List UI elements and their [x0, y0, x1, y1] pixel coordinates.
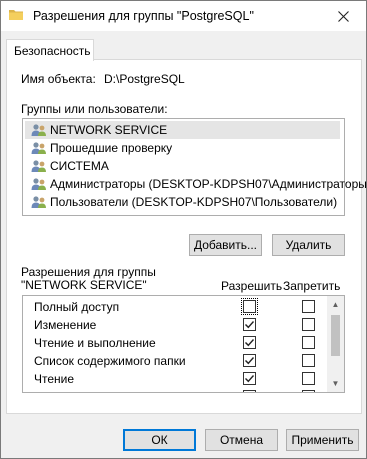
list-item-label: Администраторы (DESKTOP-KDPSH07\Админист… [50, 177, 367, 191]
deny-checkbox[interactable] [302, 354, 315, 367]
list-item-label: Прошедшие проверку [50, 141, 173, 155]
checkmark-icon [245, 375, 255, 383]
permissions-dialog: Разрешения для группы "PostgreSQL" Безоп… [0, 0, 367, 459]
permissions-scrollbar[interactable]: ▲ ▼ [327, 296, 344, 392]
users-icon [31, 124, 46, 136]
object-name-label: Имя объекта: [21, 72, 96, 86]
groups-label: Группы или пользователи: [21, 102, 168, 116]
list-item-label: NETWORK SERVICE [50, 123, 168, 137]
users-icon [31, 196, 46, 208]
close-icon [337, 10, 349, 22]
list-item-label: Пользователи (DESKTOP-KDPSH07\Пользовате… [50, 195, 338, 209]
deny-checkbox[interactable] [302, 318, 315, 331]
security-panel: Имя объекта: D:\PostgreSQL Группы или по… [6, 59, 367, 414]
list-item-label: СИСТЕМА [50, 159, 109, 173]
ok-button[interactable]: ОК [123, 429, 196, 451]
window-title: Разрешения для группы "PostgreSQL" [33, 9, 254, 23]
object-name-value: D:\PostgreSQL [104, 72, 185, 86]
permission-row: Чтение и выполнение [25, 334, 325, 352]
permission-label: Список содержимого папки [34, 354, 186, 368]
users-icon [31, 178, 46, 190]
folder-icon [9, 10, 23, 20]
list-item[interactable]: NETWORK SERVICE [25, 121, 340, 139]
checkmark-icon [245, 357, 255, 365]
permission-row: Чтение [25, 370, 325, 388]
list-item[interactable]: Прошедшие проверку [25, 139, 172, 157]
title-bar: Разрешения для группы "PostgreSQL" [1, 1, 366, 31]
users-icon [31, 160, 46, 172]
checkmark-icon [245, 321, 255, 329]
permission-row: Полный доступ [25, 298, 325, 316]
permission-label: Чтение [34, 372, 75, 386]
deny-checkbox[interactable] [302, 300, 315, 313]
list-item[interactable]: СИСТЕМА [25, 157, 109, 175]
allow-checkbox[interactable] [243, 336, 256, 349]
allow-checkbox[interactable] [243, 354, 256, 367]
users-icon [31, 142, 46, 154]
scroll-down-icon[interactable]: ▼ [327, 375, 344, 392]
allow-checkbox[interactable] [241, 298, 258, 315]
apply-button[interactable]: Применить [286, 429, 359, 451]
permissions-listbox[interactable]: Полный доступ Изменение Чтение и выполне… [22, 295, 345, 393]
allow-checkbox[interactable] [243, 372, 256, 385]
deny-checkbox[interactable] [302, 336, 315, 349]
cancel-button[interactable]: Отмена [205, 429, 278, 451]
allow-checkbox[interactable] [243, 390, 256, 392]
deny-column-header: Запретить [283, 279, 341, 293]
scrollbar-thumb[interactable] [331, 315, 340, 356]
list-item[interactable]: Пользователи (DESKTOP-KDPSH07\Пользовате… [25, 193, 337, 211]
permission-row: Изменение [25, 316, 325, 334]
checkmark-icon [245, 339, 255, 347]
allow-column-header: Разрешить [221, 279, 283, 293]
permission-label: Полный доступ [34, 300, 120, 314]
permission-row [25, 388, 325, 392]
add-button[interactable]: Добавить... [189, 234, 262, 256]
allow-checkbox[interactable] [243, 318, 256, 331]
remove-button[interactable]: Удалить [272, 234, 345, 256]
permission-row: Список содержимого папки [25, 352, 325, 370]
tab-label: Безопасность [14, 44, 91, 58]
deny-checkbox[interactable] [302, 390, 315, 392]
permissions-header: Разрешения для группы "NETWORK SERVICE" [21, 265, 156, 292]
list-item[interactable]: Администраторы (DESKTOP-KDPSH07\Админист… [25, 175, 367, 193]
groups-listbox[interactable]: NETWORK SERVICE Прошедшие проверку СИСТЕ… [22, 118, 367, 216]
deny-checkbox[interactable] [302, 372, 315, 385]
scroll-up-icon[interactable]: ▲ [327, 296, 344, 313]
permission-label: Изменение [34, 318, 97, 332]
permission-label: Чтение и выполнение [34, 336, 156, 350]
close-button[interactable] [320, 1, 366, 31]
tab-security[interactable]: Безопасность [6, 39, 94, 61]
